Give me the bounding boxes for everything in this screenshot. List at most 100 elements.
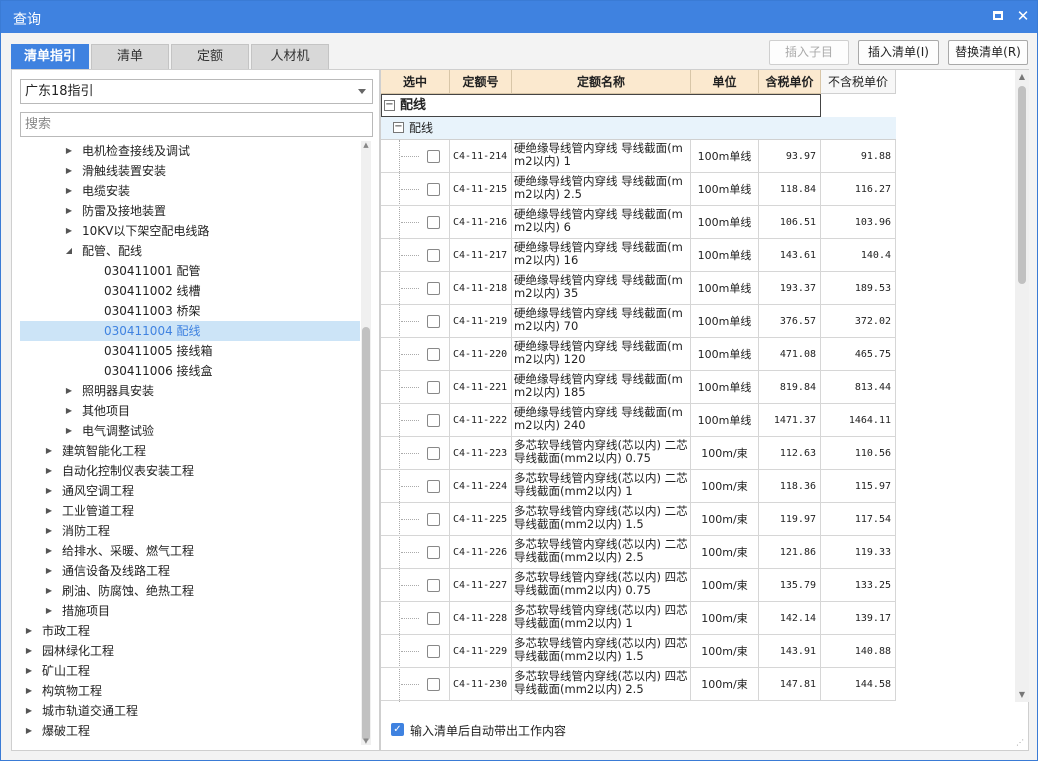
- close-icon[interactable]: ✕: [1015, 8, 1031, 24]
- tree-item[interactable]: ▶ 构筑物工程: [20, 681, 360, 701]
- table-row[interactable]: C4-11-230 多芯软导线管内穿线(芯以内) 四芯 导线截面(mm2以内) 2…: [381, 668, 896, 701]
- chevron-right-icon[interactable]: ▶: [24, 721, 34, 741]
- chevron-right-icon[interactable]: ▶: [44, 441, 54, 461]
- table-row[interactable]: C4-11-223 多芯软导线管内穿线(芯以内) 二芯 导线截面(mm2以内) 0…: [381, 437, 896, 470]
- chevron-right-icon[interactable]: ▶: [44, 541, 54, 561]
- table-row[interactable]: C4-11-220 硬绝缘导线管内穿线 导线截面(mm2以内) 120 100m单线…: [381, 338, 896, 371]
- chevron-right-icon[interactable]: ▶: [44, 481, 54, 501]
- group-row-level2[interactable]: − 配线: [381, 117, 896, 140]
- tree-item[interactable]: ◢ 配管、配线: [20, 241, 360, 261]
- tree-scroll-thumb[interactable]: [362, 327, 370, 741]
- grid-scroll-thumb[interactable]: [1018, 86, 1026, 284]
- tree-item[interactable]: ▶ 照明器具安装: [20, 381, 360, 401]
- row-select-checkbox[interactable]: [427, 249, 440, 262]
- scroll-up-icon[interactable]: ▲: [1015, 72, 1029, 82]
- chevron-right-icon[interactable]: ▶: [44, 561, 54, 581]
- table-row[interactable]: C4-11-224 多芯软导线管内穿线(芯以内) 二芯 导线截面(mm2以内) 1…: [381, 470, 896, 503]
- table-row[interactable]: C4-11-218 硬绝缘导线管内穿线 导线截面(mm2以内) 35 100m单线 1…: [381, 272, 896, 305]
- table-row[interactable]: C4-11-228 多芯软导线管内穿线(芯以内) 四芯 导线截面(mm2以内) 1…: [381, 602, 896, 635]
- row-select-checkbox[interactable]: [427, 447, 440, 460]
- row-select-checkbox[interactable]: [427, 645, 440, 658]
- row-select-checkbox[interactable]: [427, 348, 440, 361]
- tree-item[interactable]: ▶ 其他项目: [20, 401, 360, 421]
- row-select-checkbox[interactable]: [427, 216, 440, 229]
- tree-item[interactable]: ▶ 城市轨道交通工程: [20, 701, 360, 721]
- grid-scrollbar[interactable]: ▲ ▼: [1015, 70, 1029, 702]
- guide-select[interactable]: 广东18指引: [20, 79, 373, 104]
- resize-grip-icon[interactable]: ⋰: [1016, 738, 1026, 748]
- chevron-right-icon[interactable]: ▶: [64, 421, 74, 441]
- chevron-right-icon[interactable]: ▶: [64, 381, 74, 401]
- chevron-right-icon[interactable]: ▶: [64, 161, 74, 181]
- tree-item[interactable]: ▶ 通风空调工程: [20, 481, 360, 501]
- row-select-checkbox[interactable]: [427, 381, 440, 394]
- chevron-right-icon[interactable]: ▶: [24, 701, 34, 721]
- tree-item[interactable]: ▶ 防雷及接地装置: [20, 201, 360, 221]
- auto-bring-checkbox[interactable]: ✓: [391, 723, 404, 736]
- tree-item[interactable]: ▶ 自动化控制仪表安装工程: [20, 461, 360, 481]
- insert-child-button[interactable]: 插入子目: [769, 40, 849, 65]
- chevron-right-icon[interactable]: ▶: [64, 401, 74, 421]
- tree-item[interactable]: ▶ 滑触线装置安装: [20, 161, 360, 181]
- chevron-right-icon[interactable]: ▶: [64, 181, 74, 201]
- row-select-checkbox[interactable]: [427, 183, 440, 196]
- scroll-down-icon[interactable]: ▼: [361, 737, 371, 745]
- tree-item[interactable]: ▶ 矿山工程: [20, 661, 360, 681]
- chevron-right-icon[interactable]: ▶: [44, 501, 54, 521]
- table-row[interactable]: C4-11-219 硬绝缘导线管内穿线 导线截面(mm2以内) 70 100m单线 3…: [381, 305, 896, 338]
- chevron-right-icon[interactable]: ▶: [44, 461, 54, 481]
- table-row[interactable]: C4-11-226 多芯软导线管内穿线(芯以内) 二芯 导线截面(mm2以内) 2…: [381, 536, 896, 569]
- title-bar[interactable]: 查询 ✕: [1, 1, 1037, 33]
- col-header-code[interactable]: 定额号: [450, 70, 512, 94]
- row-select-checkbox[interactable]: [427, 678, 440, 691]
- row-select-checkbox[interactable]: [427, 513, 440, 526]
- row-select-checkbox[interactable]: [427, 150, 440, 163]
- tree-item[interactable]: 030411001 配管: [20, 261, 360, 281]
- insert-list-button[interactable]: 插入清单(I): [858, 40, 939, 65]
- tree-search-input[interactable]: [20, 112, 373, 137]
- tree-item[interactable]: ▶ 建筑智能化工程: [20, 441, 360, 461]
- tree-item[interactable]: ▶ 市政工程: [20, 621, 360, 641]
- tree-item[interactable]: ▶ 消防工程: [20, 521, 360, 541]
- tree-item[interactable]: ▶ 刷油、防腐蚀、绝热工程: [20, 581, 360, 601]
- tree-item[interactable]: ▶ 10KV以下架空配电线路: [20, 221, 360, 241]
- table-row[interactable]: C4-11-222 硬绝缘导线管内穿线 导线截面(mm2以内) 240 100m单线…: [381, 404, 896, 437]
- row-select-checkbox[interactable]: [427, 546, 440, 559]
- replace-list-button[interactable]: 替换清单(R): [948, 40, 1028, 65]
- table-row[interactable]: C4-11-221 硬绝缘导线管内穿线 导线截面(mm2以内) 185 100m单线…: [381, 371, 896, 404]
- table-row[interactable]: C4-11-216 硬绝缘导线管内穿线 导线截面(mm2以内) 6 100m单线 10…: [381, 206, 896, 239]
- tab-quota[interactable]: 定额: [171, 44, 249, 69]
- tree-item[interactable]: ▶ 电缆安装: [20, 181, 360, 201]
- table-row[interactable]: C4-11-214 硬绝缘导线管内穿线 导线截面(mm2以内) 1 100m单线 93…: [381, 140, 896, 173]
- tree-item[interactable]: ▶ 电机检查接线及调试: [20, 141, 360, 161]
- chevron-right-icon[interactable]: ▶: [64, 201, 74, 221]
- col-header-price-notax[interactable]: 不含税单价: [821, 70, 896, 94]
- tab-materials[interactable]: 人材机: [251, 44, 329, 69]
- chevron-right-icon[interactable]: ▶: [44, 581, 54, 601]
- row-select-checkbox[interactable]: [427, 315, 440, 328]
- row-select-checkbox[interactable]: [427, 579, 440, 592]
- tree-item[interactable]: ▶ 措施项目: [20, 601, 360, 621]
- col-header-name[interactable]: 定额名称: [512, 70, 691, 94]
- table-row[interactable]: C4-11-215 硬绝缘导线管内穿线 导线截面(mm2以内) 2.5 100m单线…: [381, 173, 896, 206]
- table-row[interactable]: C4-11-217 硬绝缘导线管内穿线 导线截面(mm2以内) 16 100m单线 1…: [381, 239, 896, 272]
- group-row-level1[interactable]: − 配线: [381, 94, 821, 117]
- maximize-icon[interactable]: [990, 8, 1006, 24]
- collapse-icon[interactable]: −: [384, 100, 395, 111]
- row-select-checkbox[interactable]: [427, 282, 440, 295]
- row-select-checkbox[interactable]: [427, 612, 440, 625]
- scroll-down-icon[interactable]: ▼: [1015, 690, 1029, 700]
- chevron-expanded-icon[interactable]: ◢: [64, 241, 74, 261]
- chevron-right-icon[interactable]: ▶: [24, 641, 34, 661]
- table-row[interactable]: C4-11-227 多芯软导线管内穿线(芯以内) 四芯 导线截面(mm2以内) 0…: [381, 569, 896, 602]
- tree-item[interactable]: 030411002 线槽: [20, 281, 360, 301]
- tree-item[interactable]: ▶ 园林绿化工程: [20, 641, 360, 661]
- tree-item[interactable]: ▶ 爆破工程: [20, 721, 360, 741]
- row-select-checkbox[interactable]: [427, 414, 440, 427]
- scroll-up-icon[interactable]: ▲: [361, 141, 371, 149]
- table-row[interactable]: C4-11-225 多芯软导线管内穿线(芯以内) 二芯 导线截面(mm2以内) 1…: [381, 503, 896, 536]
- tree-item[interactable]: ▶ 工业管道工程: [20, 501, 360, 521]
- chevron-right-icon[interactable]: ▶: [24, 681, 34, 701]
- chevron-right-icon[interactable]: ▶: [44, 521, 54, 541]
- col-header-price-tax[interactable]: 含税单价: [759, 70, 821, 94]
